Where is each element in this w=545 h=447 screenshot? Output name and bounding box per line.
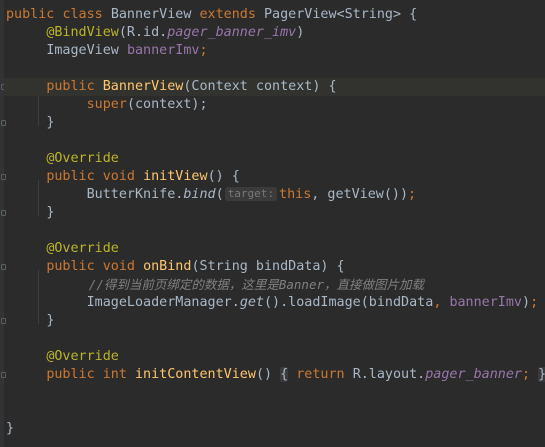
class-ref: ButterKnife. xyxy=(86,187,184,202)
code-line-1[interactable]: public class BannerView extends PagerVie… xyxy=(6,6,417,24)
annotation: @Override xyxy=(46,349,119,364)
code-line-15[interactable]: } xyxy=(6,312,54,330)
code-line-18[interactable]: } xyxy=(6,420,14,438)
constructor-name: BannerView xyxy=(102,79,184,94)
annotation: @BindView xyxy=(46,25,119,40)
brace: } xyxy=(46,205,55,220)
code-line-4[interactable]: public BannerView(Context context) { xyxy=(4,78,545,96)
keyword: public xyxy=(46,79,95,94)
call-args: (context); xyxy=(126,97,208,112)
parameter-hint: target: xyxy=(224,187,278,201)
keyword: public xyxy=(46,259,95,274)
paren: () xyxy=(255,367,273,382)
call-args: , getView()) xyxy=(311,187,409,202)
code-line-7[interactable]: @Override xyxy=(6,150,119,168)
code-line-3[interactable]: ImageView bannerImv; xyxy=(6,42,208,60)
keyword: return xyxy=(296,367,345,382)
code-line-16[interactable]: @Override xyxy=(6,348,119,366)
brace: } xyxy=(46,115,55,130)
code-line-6[interactable]: } xyxy=(6,114,54,132)
brace: } xyxy=(6,421,15,436)
keyword: public xyxy=(46,367,95,382)
code-line-2[interactable]: @BindView(R.id.pager_banner_imv) xyxy=(6,24,304,42)
code-line-9[interactable]: ButterKnife.bind(target: this, getView())… xyxy=(6,186,416,204)
paren: ) xyxy=(522,295,531,310)
resource-id: pager_banner_imv xyxy=(167,25,297,40)
comma: , xyxy=(433,295,450,310)
annotation-args-end: ) xyxy=(296,25,305,40)
annotation-args: (R.id. xyxy=(118,25,168,40)
keyword: public xyxy=(46,169,95,184)
code-line-10[interactable]: } xyxy=(6,204,54,222)
type-name: ImageView xyxy=(46,43,127,58)
class-ref: ImageLoaderManager. xyxy=(86,295,240,310)
method-name: initView xyxy=(143,169,208,184)
class-name: BannerView xyxy=(110,7,192,22)
semicolon: ; xyxy=(199,43,208,58)
comment: //得到当前页绑定的数据，这里是Banner，直接做图片加载 xyxy=(88,277,425,292)
code-line-12[interactable]: public void onBind(String bindData) { xyxy=(6,258,345,276)
resource-id: pager_banner xyxy=(425,367,522,382)
folded-brace-close[interactable]: } xyxy=(538,367,545,382)
keyword: super xyxy=(86,97,127,112)
annotation: @Override xyxy=(46,151,119,166)
params: (Context context) { xyxy=(183,79,337,94)
keyword: this xyxy=(279,187,312,202)
code-line-17[interactable]: public int initContentView() { return R.… xyxy=(6,366,545,384)
static-method: bind xyxy=(183,187,216,202)
semicolon: ; xyxy=(408,187,417,202)
keyword: void xyxy=(102,259,135,274)
keyword: class xyxy=(62,7,103,22)
paren: ( xyxy=(215,187,224,202)
params: () { xyxy=(207,169,240,184)
code-line-8[interactable]: public void initView() { xyxy=(6,168,240,186)
code-editor[interactable]: public class BannerView extends PagerVie… xyxy=(0,0,545,447)
code-line-11[interactable]: @Override xyxy=(6,240,119,258)
code-line-14[interactable]: ImageLoaderManager.get().loadImage(bindD… xyxy=(6,294,539,312)
keyword: void xyxy=(102,169,135,184)
field-name: bannerImv xyxy=(126,43,200,58)
fold-gutter xyxy=(0,0,4,447)
keyword: public xyxy=(6,7,55,22)
params: (String bindData) { xyxy=(191,259,345,274)
code-line-13[interactable]: //得到当前页绑定的数据，这里是Banner，直接做图片加载 xyxy=(6,276,424,294)
brace: } xyxy=(46,313,55,328)
field-name: bannerImv xyxy=(449,295,522,310)
call-chain: ().loadImage(bindData xyxy=(264,295,434,310)
code-line-5[interactable]: super(context); xyxy=(6,96,208,114)
parent-type: PagerView<String> { xyxy=(264,7,418,22)
semicolon: ; xyxy=(530,295,539,310)
keyword: extends xyxy=(199,7,256,22)
method-name: initContentView xyxy=(135,367,256,382)
static-method: get xyxy=(239,295,264,310)
folded-brace-open[interactable]: { xyxy=(280,367,289,382)
layout-ref: R.layout. xyxy=(352,367,426,382)
annotation: @Override xyxy=(46,241,119,256)
semicolon: ; xyxy=(522,367,531,382)
keyword: int xyxy=(102,367,127,382)
method-name: onBind xyxy=(143,259,192,274)
